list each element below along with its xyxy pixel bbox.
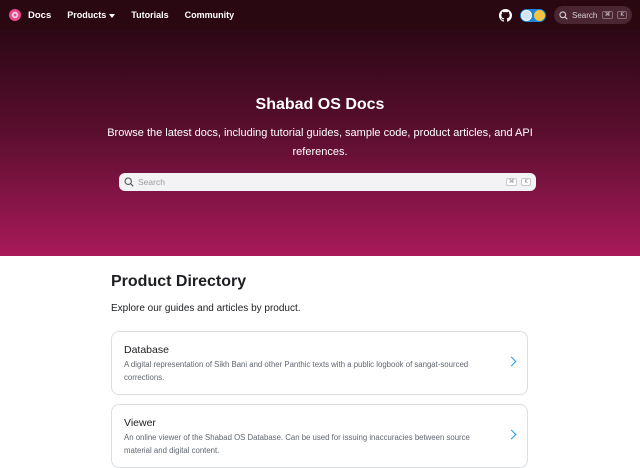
kbd-k: K [521, 178, 531, 186]
nav-item-products-label: Products [67, 10, 107, 20]
navbar-search-button[interactable]: Search ⌘ K [554, 6, 632, 24]
github-icon[interactable] [499, 8, 512, 22]
hero-subtitle: Browse the latest docs, including tutori… [107, 127, 533, 158]
page-title: Shabad OS Docs [255, 96, 385, 113]
navbar-right: Search ⌘ K [499, 6, 632, 24]
hero-banner: Shabad OS Docs Browse the latest docs, i… [0, 30, 640, 256]
brand-text: Docs [28, 9, 52, 21]
kbd-k: K [617, 11, 627, 19]
section-title: Product Directory [111, 273, 247, 290]
sunglasses-emoji-icon [534, 9, 545, 21]
product-card-viewer[interactable]: Viewer An online viewer of the Shabad OS… [111, 404, 528, 468]
card-description: An online viewer of the Shabad OS Databa… [124, 433, 470, 455]
navbar: Docs Products Tutorials Community Search… [0, 0, 640, 30]
search-icon [124, 177, 134, 187]
section-subtitle: Explore our guides and articles by produ… [111, 303, 301, 314]
nav-item-tutorials[interactable]: Tutorials [131, 10, 168, 20]
hero-search-input[interactable]: Search ⌘ K [119, 173, 536, 191]
search-icon [559, 10, 568, 20]
brand-link[interactable]: Docs [8, 8, 51, 22]
card-title: Database [124, 344, 169, 356]
toggle-knob [521, 9, 532, 21]
card-description: A digital representation of Sikh Bani an… [124, 360, 469, 382]
hero-search-placeholder: Search [138, 177, 165, 187]
chevron-right-icon [506, 356, 517, 367]
theme-toggle-icon[interactable] [520, 8, 546, 22]
caret-down-icon [109, 13, 116, 18]
nav-item-tutorials-label: Tutorials [131, 10, 169, 20]
kbd-command: ⌘ [505, 178, 518, 186]
nav-item-community[interactable]: Community [185, 10, 235, 20]
nav-item-community-label: Community [184, 10, 235, 20]
navbar-search-placeholder: Search [572, 10, 598, 20]
nav-item-products[interactable]: Products [67, 10, 116, 20]
kbd-command: ⌘ [601, 11, 614, 19]
chevron-right-icon [506, 429, 517, 440]
product-card-database[interactable]: Database A digital representation of Sik… [111, 331, 528, 395]
card-title: Viewer [124, 417, 156, 429]
logo-icon [8, 8, 22, 22]
